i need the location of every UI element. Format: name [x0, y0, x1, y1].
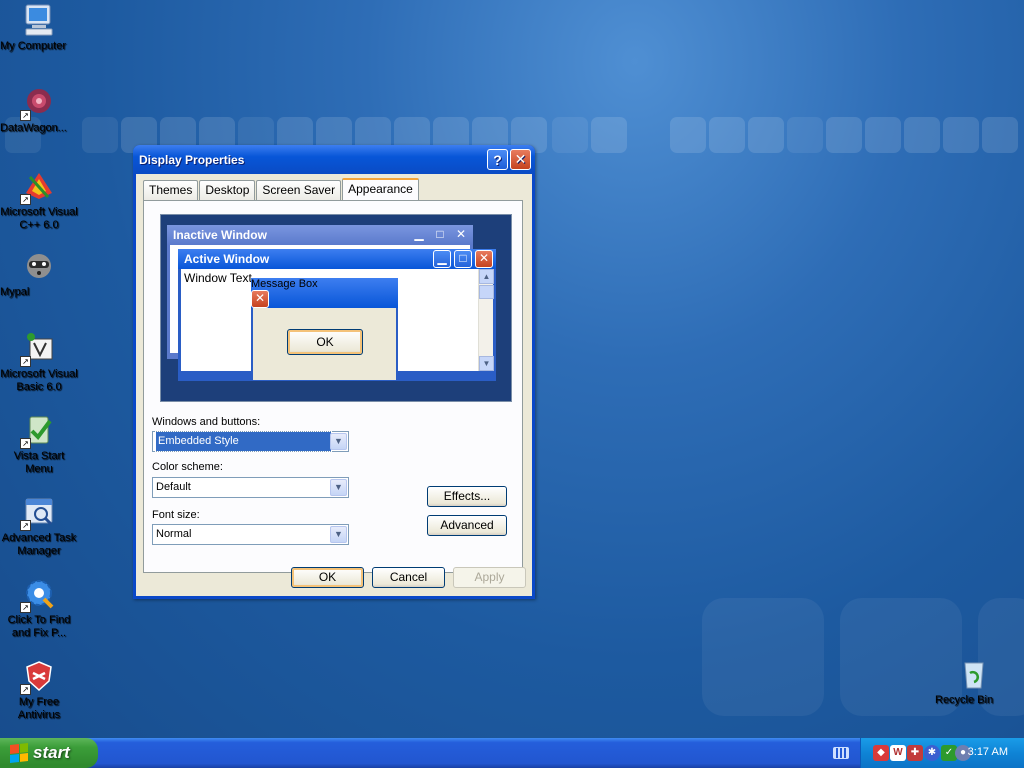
color-scheme-select[interactable]: Default ▼ — [152, 477, 349, 498]
help-icon: ? — [493, 151, 502, 168]
datawagon-icon: ↗ — [20, 85, 56, 121]
desktop-icon-label: Vista Start Menu — [13, 450, 65, 475]
dialog-title-bar[interactable]: Display Properties ? ✕ — [133, 145, 535, 174]
font-size-label: Font size: — [152, 509, 200, 521]
desktop-icon-visual-cpp[interactable]: ↗ Microsoft Visual C++ 6.0 — [0, 169, 78, 231]
visual-cpp-icon: ↗ — [20, 169, 56, 205]
shield-tray-icon[interactable]: ✚ — [907, 745, 923, 761]
desktop-icon-datawagon[interactable]: ↗ DataWagon... — [0, 85, 78, 134]
effects-button[interactable]: Effects... — [427, 486, 507, 507]
raccoon-icon — [22, 249, 56, 283]
tab-themes[interactable]: Themes — [143, 180, 199, 200]
preview-message-title: Message Box — [251, 278, 318, 290]
tab-desktop[interactable]: Desktop — [199, 180, 256, 200]
chevron-down-icon[interactable]: ▼ — [330, 479, 347, 496]
desktop-icon-label: Advanced Task Manager — [1, 532, 77, 557]
windows-flag-icon — [10, 743, 28, 763]
desktop-icon-advanced-task-manager[interactable]: ↗ Advanced Task Manager — [0, 495, 78, 557]
ok-button[interactable]: OK — [291, 567, 364, 588]
vista-start-menu-icon: ↗ — [20, 413, 56, 449]
desktop-icon-recycle-bin[interactable]: Recycle Bin — [935, 657, 1013, 706]
windows-buttons-label: Windows and buttons: — [152, 416, 261, 428]
gear-fix-icon: ↗ — [20, 577, 56, 613]
start-label: start — [33, 743, 70, 762]
desktop-icon-vista-start-menu[interactable]: ↗ Vista Start Menu — [0, 413, 78, 475]
close-icon: ✕ — [514, 151, 527, 167]
preview-active-title-bar: Active Window ▁ □ ✕ — [178, 249, 496, 269]
chevron-down-icon[interactable]: ▼ — [330, 526, 347, 543]
desktop-icon-label: Microsoft Visual C++ 6.0 — [0, 206, 78, 231]
dialog-body: Themes Desktop Screen Saver Appearance I… — [136, 174, 532, 596]
desktop-icon-label: Mypal — [0, 286, 30, 298]
desktop-icon-my-free-antivirus[interactable]: ↗ My Free Antivirus — [0, 659, 78, 721]
system-tray: ◆ W ✚ ✱ ✓ ● 3:17 AM — [860, 738, 1024, 768]
shield-icon: ↗ — [20, 659, 56, 695]
scroll-thumb — [479, 285, 494, 299]
minimize-icon: ▁ — [414, 227, 424, 241]
preview-ok-button: OK — [287, 329, 363, 355]
w-tray-icon[interactable]: W — [890, 745, 906, 761]
apply-button[interactable]: Apply — [453, 567, 526, 588]
maximize-icon: □ — [436, 227, 444, 241]
visual-basic-icon: ↗ — [20, 331, 56, 367]
appearance-preview: Inactive Window ▁ □ ✕ Active Window ▁ □ … — [160, 214, 512, 402]
desktop-icon-click-to-find[interactable]: ↗ Click To Find and Fix P... — [0, 577, 78, 639]
close-icon: ✕ — [475, 250, 493, 268]
close-icon: ✕ — [455, 227, 467, 241]
preview-message-box: Message Box ✕ OK — [251, 278, 398, 380]
help-button[interactable]: ? — [487, 149, 508, 170]
preview-message-title-bar: Message Box ✕ — [251, 278, 398, 308]
keyboard-icon[interactable] — [833, 747, 849, 759]
appearance-panel: Inactive Window ▁ □ ✕ Active Window ▁ □ … — [143, 200, 523, 573]
windows-buttons-select[interactable]: Embedded Style ▼ — [152, 431, 349, 452]
preview-inactive-title-bar: Inactive Window ▁ □ ✕ — [167, 225, 473, 245]
preview-inactive-title: Inactive Window — [173, 228, 267, 242]
preview-message-body: OK — [253, 308, 396, 380]
taskbar: start ◆ W ✚ ✱ ✓ ● 3:17 AM — [0, 738, 1024, 768]
desktop-icon-label: My Computer — [0, 40, 67, 52]
desktop-icon-visual-basic[interactable]: ↗ Microsoft Visual Basic 6.0 — [0, 331, 78, 393]
desktop-icon-label: DataWagon... — [0, 122, 67, 134]
tab-screen-saver[interactable]: Screen Saver — [256, 180, 342, 200]
desktop-icon-my-computer[interactable]: My Computer — [0, 3, 78, 52]
computer-icon — [22, 3, 56, 37]
scroll-up-icon: ▲ — [479, 269, 494, 284]
preview-window-text: Window Text — [184, 271, 252, 285]
tab-strip: Themes Desktop Screen Saver Appearance — [143, 178, 420, 200]
desktop-icon-label: Microsoft Visual Basic 6.0 — [0, 368, 78, 393]
color-scheme-label: Color scheme: — [152, 461, 223, 473]
close-button[interactable]: ✕ — [510, 149, 531, 170]
font-size-select[interactable]: Normal ▼ — [152, 524, 349, 545]
antivirus-tray-icon[interactable]: ◆ — [873, 745, 889, 761]
start-button[interactable]: start — [0, 738, 98, 768]
task-manager-icon: ↗ — [20, 495, 56, 531]
clock[interactable]: 3:17 AM — [968, 746, 1008, 758]
desktop-icon-label: Click To Find and Fix P... — [7, 614, 71, 639]
tab-appearance[interactable]: Appearance — [342, 178, 419, 200]
advanced-button[interactable]: Advanced — [427, 515, 507, 536]
scroll-down-icon: ▼ — [479, 356, 494, 371]
maximize-icon: □ — [454, 250, 472, 268]
desktop-icon-label: Recycle Bin — [935, 694, 994, 706]
chevron-down-icon[interactable]: ▼ — [330, 433, 347, 450]
recycle-bin-icon — [957, 657, 991, 691]
cancel-button[interactable]: Cancel — [372, 567, 445, 588]
preview-scrollbar: ▲ ▼ — [478, 269, 494, 371]
minimize-icon: ▁ — [433, 250, 451, 268]
font-size-value: Normal — [156, 528, 192, 540]
desktop-icon-mypal[interactable]: Mypal — [0, 249, 78, 298]
network-tray-icon[interactable]: ✱ — [924, 745, 940, 761]
preview-active-title: Active Window — [184, 252, 270, 266]
color-scheme-value: Default — [156, 481, 191, 493]
windows-buttons-value: Embedded Style — [155, 431, 332, 452]
close-icon: ✕ — [251, 290, 269, 308]
dialog-title: Display Properties — [139, 152, 245, 167]
desktop-icon-label: My Free Antivirus — [17, 696, 61, 721]
display-properties-dialog: Display Properties ? ✕ Themes Desktop Sc… — [133, 145, 535, 599]
